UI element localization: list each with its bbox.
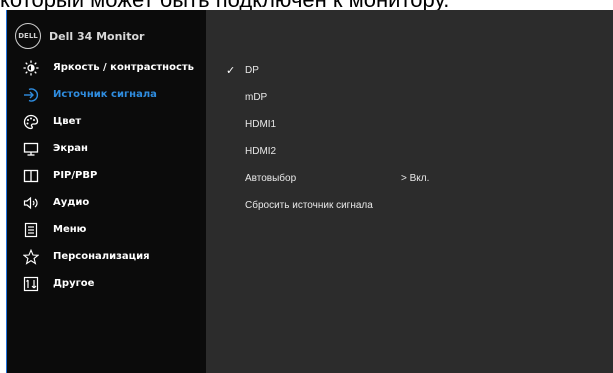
menu-item-label: Меню	[53, 224, 87, 235]
osd-sidebar: DELL Dell 34 Monitor Яркость / контрастн…	[7, 10, 206, 373]
monitor-osd-menu: DELL Dell 34 Monitor Яркость / контрастн…	[6, 10, 613, 373]
pip-icon	[21, 168, 41, 184]
menu-item-label: Другое	[53, 278, 95, 289]
monitor-model: Dell 34 Monitor	[49, 29, 145, 43]
option-hdmi1[interactable]: HDMI1	[229, 111, 609, 138]
menu-item-color[interactable]: Цвет	[7, 108, 206, 135]
option-dp[interactable]: ✓ DP	[226, 57, 609, 84]
input-source-options: ✓ DP mDP HDMI1 HDMI2 Автовыбор > Вкл. Сб…	[226, 57, 609, 219]
menu-item-other[interactable]: Другое	[7, 270, 206, 297]
brightness-icon	[21, 60, 41, 76]
option-label: mDP	[245, 92, 268, 103]
menu-item-display[interactable]: Экран	[7, 135, 206, 162]
menu-item-label: Экран	[53, 143, 88, 154]
option-mdp[interactable]: mDP	[229, 84, 609, 111]
osd-options-panel: ✓ DP mDP HDMI1 HDMI2 Автовыбор > Вкл. Сб…	[206, 10, 613, 373]
menu-item-brightness-contrast[interactable]: Яркость / контрастность	[7, 54, 206, 81]
palette-icon	[21, 114, 41, 130]
option-label: HDMI2	[245, 146, 277, 157]
option-label: Сбросить источник сигнала	[245, 200, 373, 211]
menu-item-label: PIP/PBP	[53, 170, 98, 181]
menu-item-menu[interactable]: Меню	[7, 216, 206, 243]
input-source-icon	[21, 87, 41, 103]
option-reset-input-source[interactable]: Сбросить источник сигнала	[229, 192, 609, 219]
option-auto-select[interactable]: Автовыбор > Вкл.	[229, 165, 609, 192]
other-icon	[21, 276, 41, 292]
menu-item-personalize[interactable]: Персонализация	[7, 243, 206, 270]
brand-header: DELL Dell 34 Monitor	[15, 21, 144, 51]
option-label: DP	[245, 65, 259, 76]
dell-logo: DELL	[15, 23, 41, 49]
menu-item-label: Яркость / контрастность	[53, 62, 194, 73]
menu-item-label: Источник сигнала	[53, 89, 157, 100]
menu-item-label: Аудио	[53, 197, 90, 208]
menu-item-input-source[interactable]: Источник сигнала	[7, 81, 206, 108]
menu-item-audio[interactable]: Аудио	[7, 189, 206, 216]
menu-item-pip-pbp[interactable]: PIP/PBP	[7, 162, 206, 189]
option-hdmi2[interactable]: HDMI2	[229, 138, 609, 165]
display-icon	[21, 141, 41, 157]
star-icon	[21, 248, 41, 265]
menu-item-label: Персонализация	[53, 251, 150, 262]
menu-icon	[21, 222, 41, 238]
option-label: Автовыбор	[245, 173, 297, 184]
speaker-icon	[21, 195, 41, 211]
option-value: > Вкл.	[401, 173, 430, 184]
option-label: HDMI1	[245, 119, 277, 130]
check-icon: ✓	[226, 65, 236, 77]
osd-main-menu: Яркость / контрастность Источник сигнала…	[7, 54, 206, 297]
menu-item-label: Цвет	[53, 116, 82, 127]
